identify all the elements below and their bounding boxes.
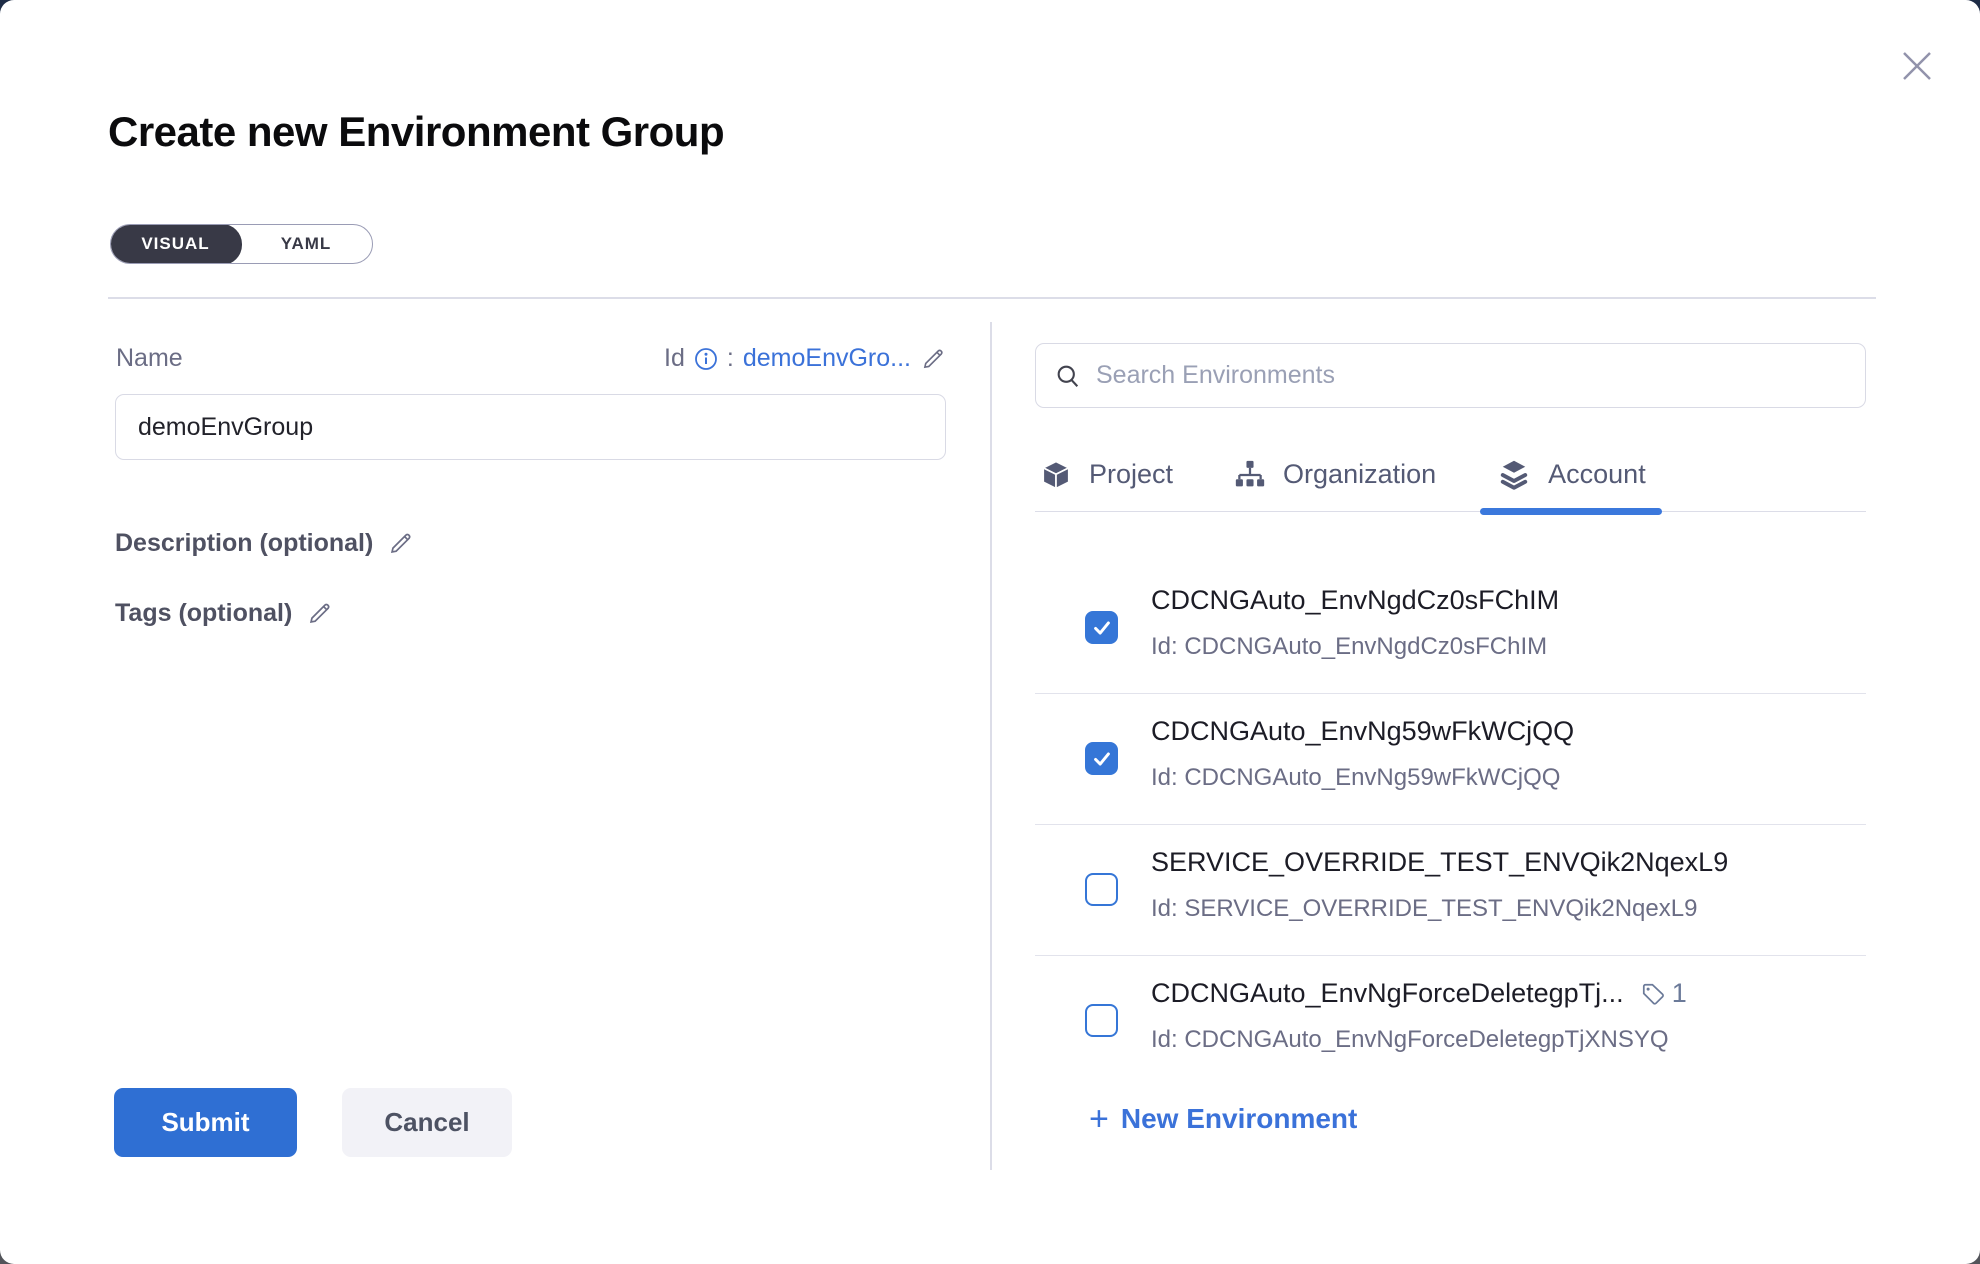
toggle-visual[interactable]: VISUAL (110, 224, 242, 264)
env-checkbox[interactable] (1085, 611, 1118, 644)
environment-row[interactable]: CDCNGAuto_EnvNg59wFkWCjQQ Id: CDCNGAuto_… (1035, 694, 1866, 825)
plus-icon: + (1089, 1105, 1109, 1133)
org-chart-icon (1233, 458, 1267, 492)
header-divider (108, 297, 1876, 299)
env-id: Id: SERVICE_OVERRIDE_TEST_ENVQik2NqexL9 (1151, 895, 1866, 923)
env-id: Id: CDCNGAuto_EnvNgdCz0sFChIM (1151, 633, 1866, 661)
scope-tabs: Project Organization Accoun (1035, 438, 1866, 512)
cancel-button[interactable]: Cancel (342, 1088, 512, 1157)
check-icon (1091, 617, 1113, 639)
toggle-yaml[interactable]: YAML (240, 225, 372, 263)
tab-account[interactable]: Account (1492, 438, 1650, 511)
create-environment-group-modal: Create new Environment Group VISUAL YAML… (0, 0, 1980, 1264)
env-checkbox[interactable] (1085, 873, 1118, 906)
environment-row[interactable]: CDCNGAuto_EnvNgForceDeletegpTj... 1 Id: … (1035, 956, 1866, 1053)
tab-organization-label: Organization (1283, 459, 1436, 490)
tab-organization[interactable]: Organization (1229, 438, 1440, 511)
check-icon (1091, 748, 1113, 770)
env-id: Id: CDCNGAuto_EnvNgForceDeletegpTjXNSYQ (1151, 1026, 1866, 1053)
env-tag-count: 1 (1672, 978, 1687, 1009)
search-environments-box (1035, 343, 1866, 408)
edit-tags-pencil-icon[interactable] (306, 600, 333, 627)
tags-label: Tags (optional) (115, 599, 292, 628)
env-checkbox[interactable] (1085, 1004, 1118, 1037)
id-label: Id (664, 344, 685, 373)
entity-id-value[interactable]: demoEnvGro... (743, 344, 911, 373)
cube-icon (1039, 458, 1073, 492)
environment-row[interactable]: CDCNGAuto_EnvNgdCz0sFChIM Id: CDCNGAuto_… (1035, 563, 1866, 694)
name-input[interactable] (115, 394, 946, 460)
new-environment-button[interactable]: + New Environment (1089, 1103, 1357, 1135)
edit-id-pencil-icon[interactable] (920, 346, 946, 372)
id-colon: : (727, 344, 734, 373)
edit-description-pencil-icon[interactable] (387, 530, 414, 557)
page-title: Create new Environment Group (108, 108, 724, 156)
tab-account-label: Account (1548, 459, 1646, 490)
tab-project-label: Project (1089, 459, 1173, 490)
environment-row[interactable]: SERVICE_OVERRIDE_TEST_ENVQik2NqexL9 Id: … (1035, 825, 1866, 956)
search-icon (1054, 362, 1082, 390)
env-checkbox[interactable] (1085, 742, 1118, 775)
tag-icon (1640, 981, 1666, 1007)
tags-section: Tags (optional) (115, 599, 333, 628)
search-environments-input[interactable] (1096, 361, 1847, 390)
panel-divider (990, 322, 992, 1170)
env-id: Id: CDCNGAuto_EnvNg59wFkWCjQQ (1151, 764, 1866, 792)
layers-icon (1496, 457, 1532, 493)
env-tag-badge: 1 (1640, 978, 1687, 1009)
visual-yaml-toggle: VISUAL YAML (110, 224, 373, 264)
entity-id-row: Id : demoEnvGro... (590, 344, 946, 373)
close-icon (1896, 45, 1938, 87)
environment-list: CDCNGAuto_EnvNgdCz0sFChIM Id: CDCNGAuto_… (1035, 513, 1866, 1053)
tab-project[interactable]: Project (1035, 438, 1177, 511)
new-environment-label: New Environment (1121, 1103, 1357, 1135)
submit-button[interactable]: Submit (114, 1088, 297, 1157)
close-button[interactable] (1893, 42, 1941, 90)
env-name: CDCNGAuto_EnvNgdCz0sFChIM (1151, 585, 1559, 616)
description-section: Description (optional) (115, 529, 414, 558)
env-name: CDCNGAuto_EnvNgForceDeletegpTj... (1151, 978, 1624, 1009)
env-name: CDCNGAuto_EnvNg59wFkWCjQQ (1151, 716, 1574, 747)
name-label: Name (116, 344, 183, 373)
env-name: SERVICE_OVERRIDE_TEST_ENVQik2NqexL9 (1151, 847, 1728, 878)
info-icon[interactable] (694, 347, 718, 371)
description-label: Description (optional) (115, 529, 373, 558)
